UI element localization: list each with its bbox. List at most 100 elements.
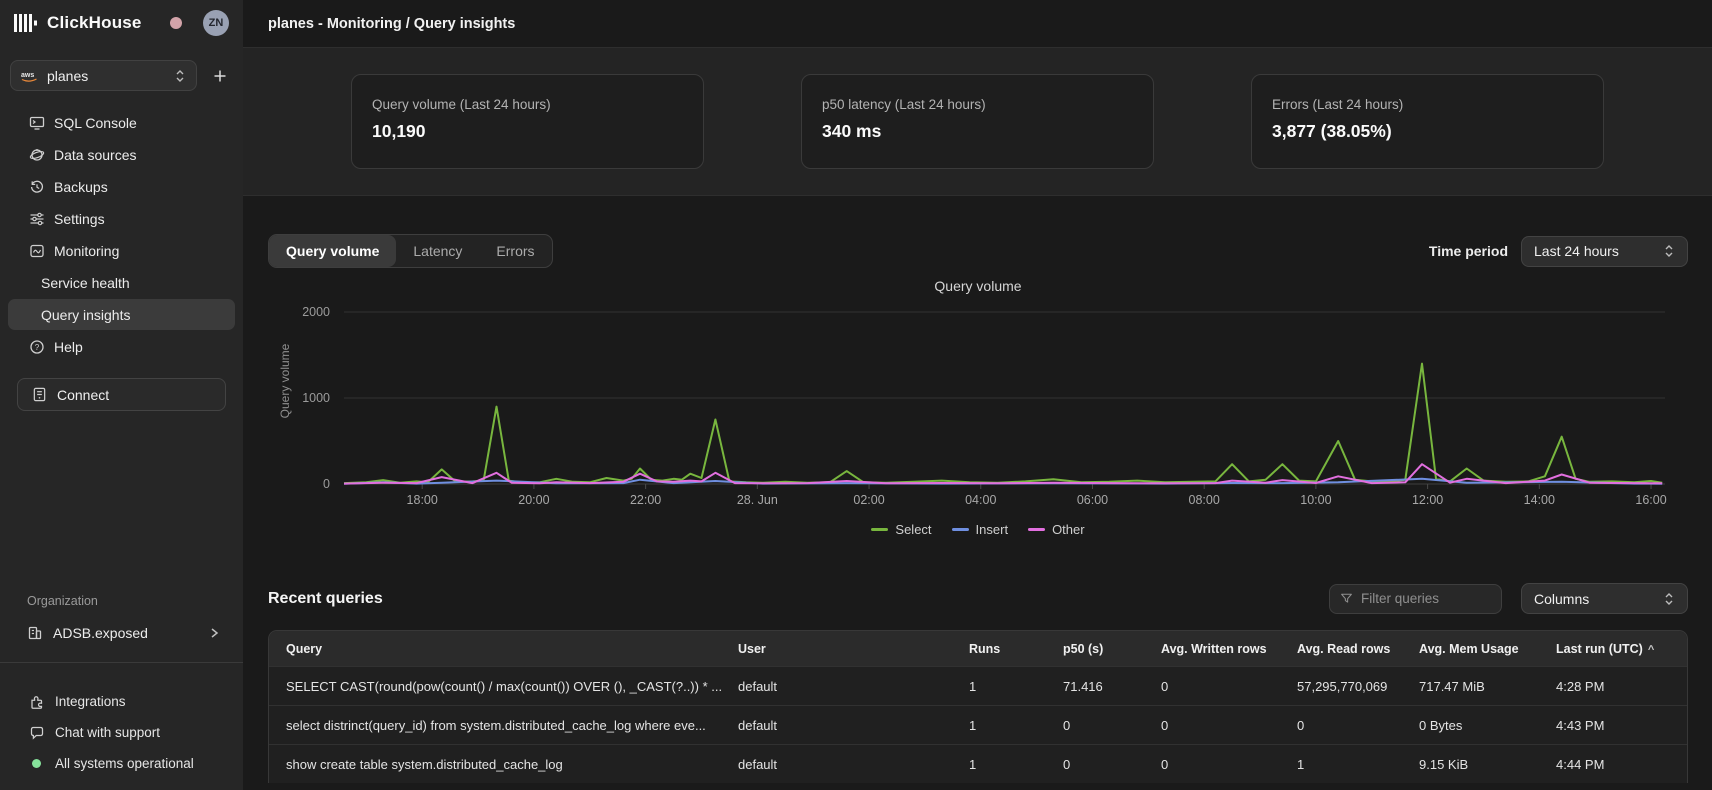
time-period-select[interactable]: Last 24 hours bbox=[1521, 236, 1688, 267]
cell-runs: 1 bbox=[969, 757, 1063, 772]
chart-title: Query volume bbox=[268, 278, 1688, 294]
organization-name: ADSB.exposed bbox=[53, 625, 148, 641]
x-tick-label: 18:00 bbox=[407, 493, 438, 507]
stat-label: Query volume (Last 24 hours) bbox=[372, 97, 683, 112]
filter-icon bbox=[1340, 592, 1353, 605]
column-header-avg-read-rows[interactable]: Avg. Read rows bbox=[1297, 642, 1419, 656]
chevron-updown-icon bbox=[1663, 244, 1675, 258]
connect-button[interactable]: Connect bbox=[17, 378, 226, 411]
sidebar-item-monitoring[interactable]: Monitoring bbox=[8, 235, 235, 266]
aws-icon: aws bbox=[21, 70, 38, 82]
cell-query: SELECT CAST(round(pow(count() / max(coun… bbox=[269, 679, 738, 694]
cell-user: default bbox=[738, 679, 969, 694]
stat-value: 10,190 bbox=[372, 121, 683, 142]
svg-text:?: ? bbox=[34, 343, 39, 352]
table-row[interactable]: SELECT CAST(round(pow(count() / max(coun… bbox=[269, 666, 1687, 705]
svg-text:aws: aws bbox=[21, 72, 34, 79]
cell-query: select distrinct(query_id) from system.d… bbox=[269, 718, 738, 733]
cell-p50-s-: 0 bbox=[1063, 718, 1161, 733]
chart-canvas[interactable]: 01000200018:0020:0022:0028. Jun02:0004:0… bbox=[268, 298, 1688, 510]
legend-item-other[interactable]: Other bbox=[1028, 522, 1085, 537]
legend-label: Select bbox=[895, 522, 931, 537]
filter-queries-input[interactable] bbox=[1361, 591, 1481, 606]
cell-last-run-utc-: 4:43 PM bbox=[1556, 718, 1687, 733]
sidebar-item-label: Service health bbox=[41, 275, 130, 291]
legend-swatch bbox=[871, 528, 888, 531]
cell-p50-s-: 0 bbox=[1063, 757, 1161, 772]
columns-select[interactable]: Columns bbox=[1521, 583, 1688, 614]
sidebar-item-settings[interactable]: Settings bbox=[8, 203, 235, 234]
column-header-avg-written-rows[interactable]: Avg. Written rows bbox=[1161, 642, 1297, 656]
sidebar-item-label: SQL Console bbox=[54, 115, 137, 131]
sidebar-item-data-sources[interactable]: Data sources bbox=[8, 139, 235, 170]
chevron-updown-icon bbox=[174, 69, 186, 83]
column-header-query[interactable]: Query bbox=[269, 642, 738, 656]
sidebar-item-integrations[interactable]: Integrations bbox=[8, 687, 235, 716]
legend-label: Other bbox=[1052, 522, 1085, 537]
legend-item-insert[interactable]: Insert bbox=[952, 522, 1009, 537]
tab-latency[interactable]: Latency bbox=[396, 235, 479, 267]
column-header-p50-s-[interactable]: p50 (s) bbox=[1063, 642, 1161, 656]
plus-icon bbox=[213, 69, 227, 83]
y-tick-label: 0 bbox=[323, 477, 330, 491]
organization-item[interactable]: ADSB.exposed bbox=[0, 618, 233, 648]
chart-ylabel: Query volume bbox=[278, 326, 292, 436]
stat-label: Errors (Last 24 hours) bbox=[1272, 97, 1583, 112]
cell-user: default bbox=[738, 757, 969, 772]
legend-swatch bbox=[952, 528, 969, 531]
avatar[interactable]: ZN bbox=[203, 10, 229, 36]
column-header-user[interactable]: User bbox=[738, 642, 969, 656]
stat-value: 3,877 (38.05%) bbox=[1272, 121, 1583, 142]
add-service-button[interactable] bbox=[207, 63, 233, 89]
connect-icon bbox=[32, 387, 47, 402]
system-status-item[interactable]: All systems operational bbox=[8, 749, 235, 778]
cell-avg-mem-usage: 0 Bytes bbox=[1419, 718, 1556, 733]
cell-avg-read-rows: 1 bbox=[1297, 757, 1419, 772]
tab-errors[interactable]: Errors bbox=[479, 235, 551, 267]
cell-avg-written-rows: 0 bbox=[1161, 718, 1297, 733]
notification-dot[interactable] bbox=[170, 17, 182, 29]
sidebar-item-label: Help bbox=[54, 339, 83, 355]
column-header-runs[interactable]: Runs bbox=[969, 642, 1063, 656]
data-sources-icon bbox=[28, 146, 45, 163]
brand-name: ClickHouse bbox=[47, 13, 142, 33]
column-header-last-run-utc-[interactable]: Last run (UTC)^ bbox=[1556, 642, 1687, 656]
time-period-label: Time period bbox=[1429, 243, 1508, 259]
x-tick-label: 08:00 bbox=[1189, 493, 1220, 507]
sidebar-item-label: Monitoring bbox=[54, 243, 119, 259]
legend-item-select[interactable]: Select bbox=[871, 522, 931, 537]
monitoring-icon bbox=[28, 242, 45, 259]
sidebar-item-chat-support[interactable]: Chat with support bbox=[8, 718, 235, 747]
service-selector[interactable]: aws planes bbox=[10, 60, 197, 91]
sidebar-item-sql-console[interactable]: SQL Console bbox=[8, 107, 235, 138]
table-header-row: QueryUserRunsp50 (s)Avg. Written rowsAvg… bbox=[269, 631, 1687, 666]
sidebar-item-query-insights[interactable]: Query insights bbox=[8, 299, 235, 330]
service-name: planes bbox=[47, 68, 88, 84]
stat-value: 340 ms bbox=[822, 121, 1133, 142]
sidebar-item-service-health[interactable]: Service health bbox=[8, 267, 235, 298]
table-row[interactable]: select distrinct(query_id) from system.d… bbox=[269, 705, 1687, 744]
sidebar-item-help[interactable]: ? Help bbox=[8, 331, 235, 362]
organization-heading: Organization bbox=[27, 594, 243, 608]
stat-label: p50 latency (Last 24 hours) bbox=[822, 97, 1133, 112]
backups-icon bbox=[28, 178, 45, 195]
cell-p50-s-: 71.416 bbox=[1063, 679, 1161, 694]
table-row[interactable]: show create table system.distributed_cac… bbox=[269, 744, 1687, 783]
cell-last-run-utc-: 4:28 PM bbox=[1556, 679, 1687, 694]
column-header-avg-mem-usage[interactable]: Avg. Mem Usage bbox=[1419, 642, 1556, 656]
system-status-label: All systems operational bbox=[55, 756, 194, 771]
x-tick-label: 16:00 bbox=[1635, 493, 1666, 507]
sidebar: ClickHouse ZN aws planes SQL Console Data… bbox=[0, 0, 243, 790]
stat-card-p50-latency: p50 latency (Last 24 hours) 340 ms bbox=[801, 74, 1154, 169]
x-tick-label: 02:00 bbox=[853, 493, 884, 507]
x-tick-label: 22:00 bbox=[630, 493, 661, 507]
building-icon bbox=[27, 625, 43, 641]
cell-last-run-utc-: 4:44 PM bbox=[1556, 757, 1687, 772]
cell-avg-read-rows: 57,295,770,069 bbox=[1297, 679, 1419, 694]
tab-query-volume[interactable]: Query volume bbox=[269, 235, 396, 267]
x-tick-label: 06:00 bbox=[1077, 493, 1108, 507]
filter-queries-field[interactable] bbox=[1329, 584, 1502, 614]
sidebar-item-backups[interactable]: Backups bbox=[8, 171, 235, 202]
chart-series-other bbox=[344, 464, 1662, 483]
chart-legend: Select Insert Other bbox=[268, 522, 1688, 537]
